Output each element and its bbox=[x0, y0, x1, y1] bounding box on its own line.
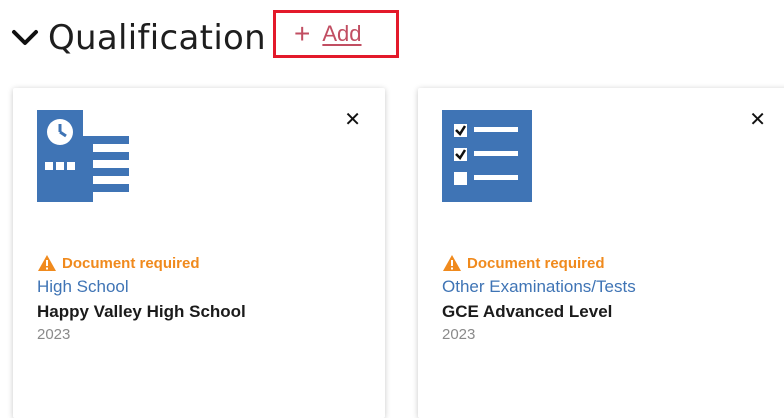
checklist-icon bbox=[442, 110, 532, 207]
document-required-warning: Document required bbox=[442, 254, 605, 272]
qualification-category: Other Examinations/Tests bbox=[442, 277, 636, 296]
close-icon[interactable]: ✕ bbox=[749, 110, 766, 130]
qualification-year: 2023 bbox=[37, 326, 71, 343]
document-required-warning: Document required bbox=[37, 254, 200, 272]
qualification-year: 2023 bbox=[442, 326, 476, 343]
section-header: Qualification bbox=[8, 10, 266, 66]
qualification-category: High School bbox=[37, 277, 129, 296]
chevron-down-icon[interactable] bbox=[8, 21, 42, 55]
close-icon[interactable]: ✕ bbox=[344, 110, 361, 130]
qualification-card-other-exams[interactable]: ✕ Document required Other Examinations/T… bbox=[418, 88, 784, 418]
warning-icon bbox=[38, 255, 56, 271]
add-label: Add bbox=[322, 21, 362, 46]
section-title: Qualification bbox=[48, 18, 267, 58]
qualification-name: Happy Valley High School bbox=[37, 302, 246, 321]
school-building-icon bbox=[37, 110, 129, 207]
warning-text: Document required bbox=[62, 254, 200, 272]
plus-icon: + bbox=[294, 18, 311, 49]
qualification-name: GCE Advanced Level bbox=[442, 302, 613, 321]
warning-text: Document required bbox=[467, 254, 605, 272]
warning-icon bbox=[443, 255, 461, 271]
add-qualification-button[interactable]: + Add bbox=[273, 10, 399, 58]
qualification-card-high-school[interactable]: ✕ Document required High School Happy Va… bbox=[13, 88, 385, 418]
